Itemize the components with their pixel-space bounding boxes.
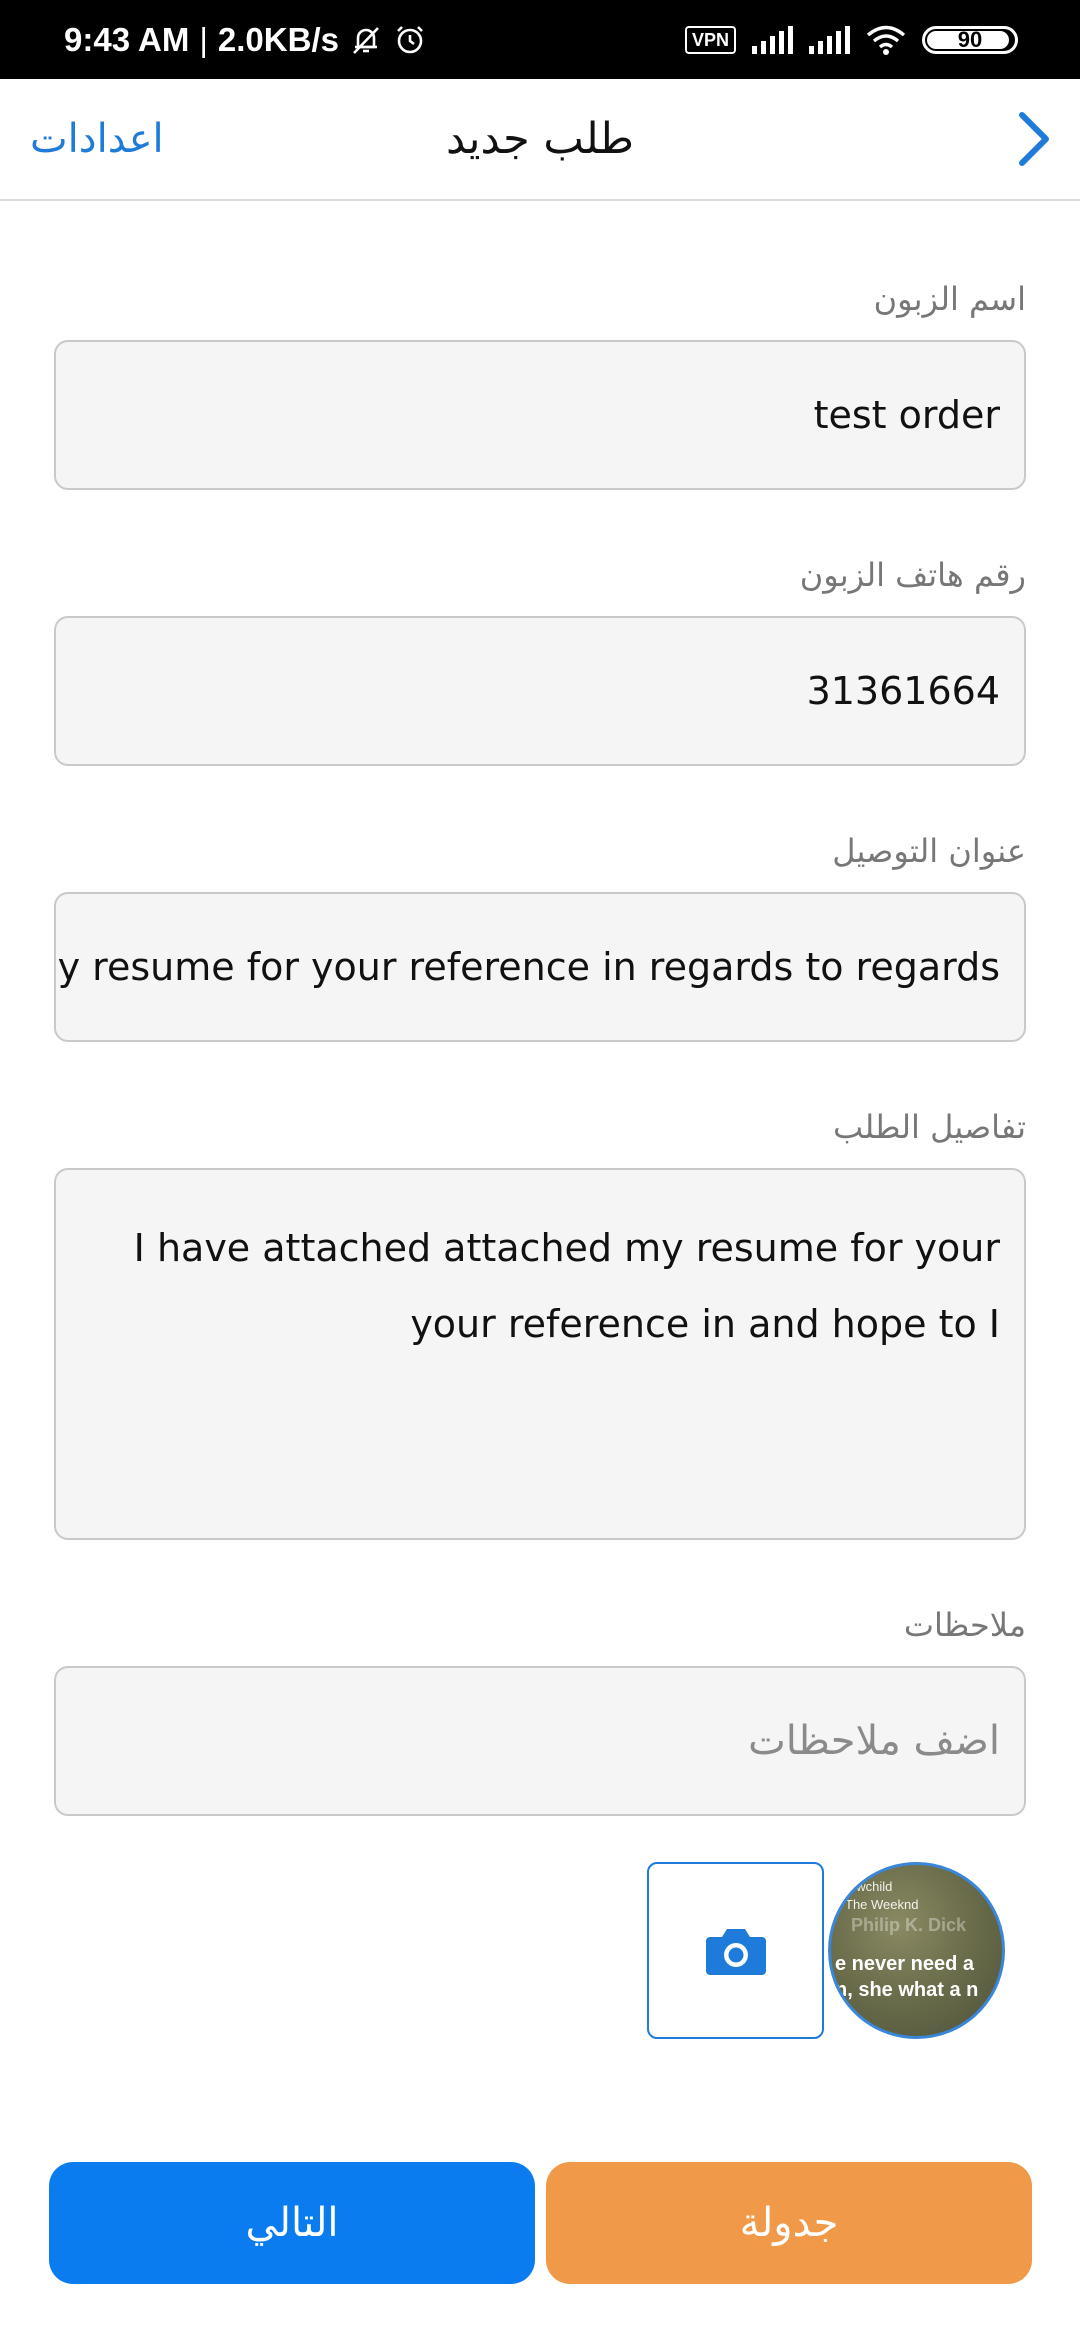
signal-icon [752, 25, 793, 54]
add-photo-button[interactable] [647, 1862, 824, 2039]
delivery-address-field[interactable]: hed my resume for your reference in rega… [54, 892, 1026, 1042]
page-title: طلب جديد [445, 114, 635, 164]
next-button[interactable]: التالي [49, 2162, 535, 2284]
customer-phone-label: رقم هاتف الزبون [799, 556, 1026, 594]
status-bar: 9:43 AM | 2.0KB/s VPN 90 [0, 0, 1080, 79]
vpn-badge: VPN [684, 25, 736, 54]
app-header: اعدادات طلب جديد [0, 79, 1080, 201]
customer-name-field[interactable]: test order [54, 340, 1026, 490]
schedule-button[interactable]: جدولة [546, 2162, 1032, 2284]
thumb-text-3: Philip K. Dick [851, 1915, 967, 1935]
customer-name-label: اسم الزبون [873, 280, 1026, 318]
alarm-icon [397, 25, 423, 53]
customer-name-value: test order [813, 393, 1000, 437]
customer-phone-field[interactable]: 31361664 [54, 616, 1026, 766]
muted-bell-icon [353, 26, 379, 54]
delivery-address-label: عنوان التوصيل [832, 832, 1026, 870]
thumb-text-2: The Weeknd [845, 1897, 919, 1912]
camera-icon [705, 1928, 766, 1975]
status-net-speed: 2.0KB/s [217, 20, 339, 58]
notes-placeholder: اضف ملاحظات [748, 1718, 1000, 1764]
delivery-address-value: hed my resume for your reference in rega… [56, 945, 1000, 989]
thumb-text-1: owchild [849, 1879, 893, 1894]
status-time: 9:43 AM [64, 20, 190, 58]
battery-icon: 90 [922, 25, 1018, 54]
battery-level: 90 [957, 26, 983, 52]
status-left: 9:43 AM | 2.0KB/s [64, 0, 427, 79]
thumb-text-5: n, she what a n [835, 1979, 979, 2001]
status-right: VPN 90 [684, 0, 1018, 79]
order-details-field[interactable]: I have attached attached my resume for y… [54, 1168, 1026, 1540]
chevron-right-icon[interactable] [1002, 109, 1062, 169]
thumb-text-4: e never need a [835, 1953, 974, 1975]
order-details-label: تفاصيل الطلب [833, 1108, 1026, 1146]
attachment-thumbnail[interactable]: owchild The Weeknd Philip K. Dick e neve… [828, 1862, 1005, 2039]
notes-label: ملاحظات [903, 1606, 1026, 1644]
wifi-icon [866, 25, 906, 55]
signal-icon-2 [809, 25, 850, 54]
customer-phone-value: 31361664 [806, 669, 1000, 713]
order-details-value: I have attached attached my resume for y… [133, 1226, 1000, 1346]
status-separator: | [199, 20, 208, 58]
notes-field[interactable]: اضف ملاحظات [54, 1666, 1026, 1816]
